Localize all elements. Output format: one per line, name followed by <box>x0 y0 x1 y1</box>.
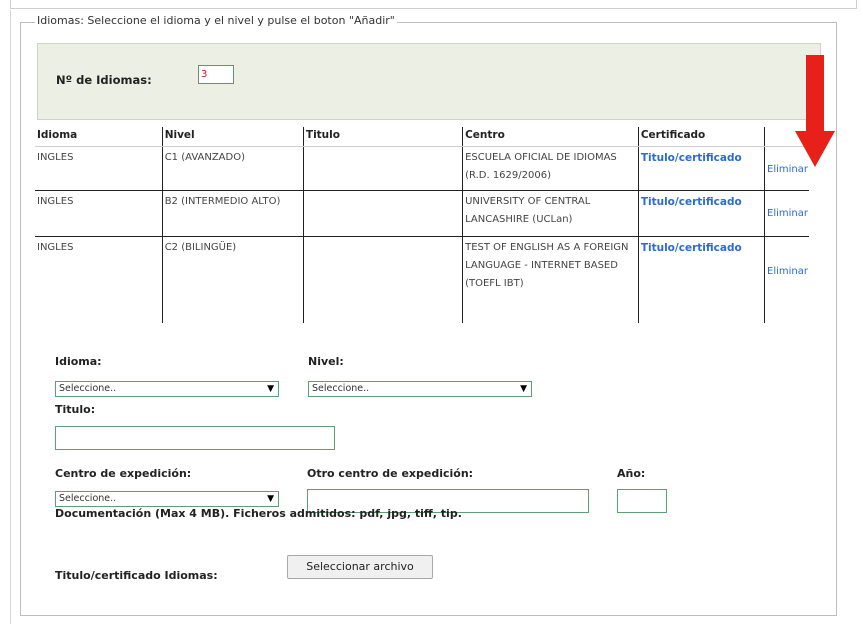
certificate-link[interactable]: Titulo/certificado <box>641 152 742 164</box>
table-row: INGLES C2 (BILINGÜE) TEST OF ENGLISH AS … <box>35 236 809 323</box>
idiomas-fieldset: Idiomas: Seleccione el idioma y el nivel… <box>20 14 837 616</box>
cell-idioma: INGLES <box>35 146 163 191</box>
documentation-note: Documentación (Max 4 MB). Ficheros admit… <box>55 507 462 520</box>
anio-input[interactable] <box>617 489 667 513</box>
language-count-label: Nº de Idiomas: <box>56 73 152 87</box>
language-count-field[interactable]: 3 <box>198 65 234 84</box>
column-header-nivel: Nivel <box>162 127 304 147</box>
delete-link[interactable]: Eliminar <box>767 266 808 277</box>
centro-select-value: Seleccione.. <box>59 493 117 504</box>
centro-select[interactable]: Seleccione.. ▼ <box>55 491 279 507</box>
select-file-button[interactable]: Seleccionar archivo <box>287 555 433 579</box>
chevron-down-icon: ▼ <box>267 494 274 504</box>
idioma-label: Idioma: <box>55 355 102 368</box>
delete-link[interactable]: Eliminar <box>767 208 808 219</box>
red-down-arrow-icon <box>795 55 835 167</box>
left-border <box>10 10 11 624</box>
cell-nivel: C1 (AVANZADO) <box>162 146 304 191</box>
nivel-select[interactable]: Seleccione.. ▼ <box>308 381 532 397</box>
outer-frame-top <box>10 0 857 9</box>
fieldset-legend: Idiomas: Seleccione el idioma y el nivel… <box>35 14 397 27</box>
idioma-select[interactable]: Seleccione.. ▼ <box>55 381 279 397</box>
cell-nivel: B2 (INTERMEDIO ALTO) <box>162 190 304 237</box>
certificate-link[interactable]: Titulo/certificado <box>641 242 742 254</box>
column-header-titulo: Titulo <box>303 127 464 147</box>
cell-titulo <box>303 236 464 323</box>
cell-titulo <box>303 146 464 191</box>
otro-centro-label: Otro centro de expedición: <box>307 467 474 480</box>
table-row: INGLES C1 (AVANZADO) ESCUELA OFICIAL DE … <box>35 146 809 191</box>
cell-centro: UNIVERSITY OF CENTRAL LANCASHIRE (UCLan) <box>462 190 639 237</box>
idioma-select-value: Seleccione.. <box>59 383 117 394</box>
table-header-row: Idioma Nivel Titulo Centro Certificado <box>35 127 809 147</box>
cell-idioma: INGLES <box>35 236 163 323</box>
cell-idioma: INGLES <box>35 190 163 237</box>
table-row: INGLES B2 (INTERMEDIO ALTO) UNIVERSITY O… <box>35 190 809 237</box>
cell-centro: ESCUELA OFICIAL DE IDIOMAS (R.D. 1629/20… <box>462 146 639 191</box>
anio-label: Año: <box>617 467 646 480</box>
column-header-certificado: Certificado <box>638 127 766 147</box>
cell-centro: TEST OF ENGLISH AS A FOREIGN LANGUAGE - … <box>462 236 639 323</box>
column-header-centro: Centro <box>462 127 639 147</box>
chevron-down-icon: ▼ <box>267 384 274 394</box>
column-header-idioma: Idioma <box>35 127 163 147</box>
file-label: Titulo/certificado Idiomas: <box>55 569 218 582</box>
nivel-label: Nivel: <box>308 355 344 368</box>
certificate-link[interactable]: Titulo/certificado <box>641 196 742 208</box>
nivel-select-value: Seleccione.. <box>312 383 370 394</box>
centro-label: Centro de expedición: <box>55 467 192 480</box>
titulo-label: Titulo: <box>55 403 96 416</box>
chevron-down-icon: ▼ <box>520 384 527 394</box>
languages-table: Idioma Nivel Titulo Centro Certificado I… <box>35 127 809 323</box>
cell-titulo <box>303 190 464 237</box>
cell-nivel: C2 (BILINGÜE) <box>162 236 304 323</box>
language-count-panel: Nº de Idiomas: 3 <box>37 43 821 120</box>
titulo-input[interactable] <box>55 426 335 450</box>
